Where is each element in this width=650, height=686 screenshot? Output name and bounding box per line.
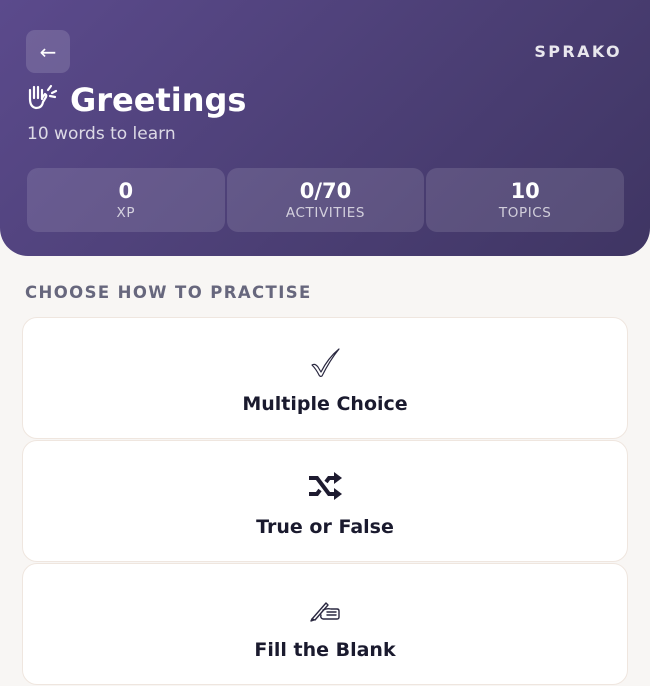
mode-label: Multiple Choice — [242, 393, 408, 415]
mode-label: Fill the Blank — [254, 639, 396, 661]
stat-value: 10 — [510, 179, 540, 203]
stat-label: XP — [116, 205, 136, 221]
page-title: Greetings — [70, 81, 247, 119]
practice-mode-list: Multiple Choice True or False Fill the B… — [22, 317, 628, 686]
mode-fill-the-blank-button[interactable]: Fill the Blank — [22, 563, 628, 685]
stats-bar: 0 XP 0/70 ACTIVITIES 10 TOPICS — [27, 168, 625, 232]
shuffle-icon — [307, 469, 343, 503]
mode-true-or-false-button[interactable]: True or False — [22, 440, 628, 562]
stat-value: 0/70 — [299, 179, 352, 203]
raised-hands-icon — [26, 81, 60, 119]
page-subtitle: 10 words to learn — [27, 124, 176, 144]
stat-label: TOPICS — [498, 205, 552, 221]
page-title-row: Greetings — [26, 80, 246, 120]
stat-activities: 0/70 ACTIVITIES — [226, 168, 425, 232]
back-arrow-icon: ← — [39, 39, 57, 64]
check-mark-icon — [308, 346, 342, 380]
stat-value: 0 — [118, 179, 134, 203]
mode-label: True or False — [256, 516, 394, 538]
writing-hand-icon — [309, 592, 341, 626]
stat-label: ACTIVITIES — [285, 205, 366, 221]
brand-logo-text: SPRAKO — [534, 42, 622, 61]
stat-topics: 10 TOPICS — [426, 168, 625, 232]
back-button[interactable]: ← — [26, 30, 70, 73]
lesson-header: ← SPRAKO Greetings 10 words to learn 0 X… — [0, 0, 650, 256]
mode-multiple-choice-button[interactable]: Multiple Choice — [22, 317, 628, 439]
stat-xp: 0 XP — [27, 168, 225, 232]
section-title: CHOOSE HOW TO PRACTISE — [25, 283, 312, 302]
